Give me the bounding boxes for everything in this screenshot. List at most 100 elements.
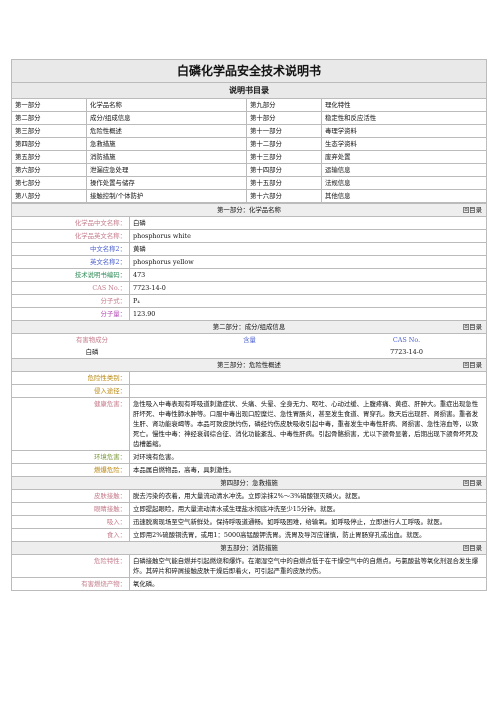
field-label: 化学品中文名称： — [11, 216, 130, 230]
field-label: 环境危害： — [11, 450, 130, 464]
part1-row: 技术说明书编码： 473 — [11, 268, 487, 282]
part1-row: 分子量： 123.90 — [11, 307, 487, 321]
detail-table: 第一部分：化学品名称 回目录 化学品中文名称： 白磷 化学品英文名称： phospho… — [11, 203, 487, 591]
toc-part-title-link[interactable]: 其他信息 — [320, 189, 488, 203]
toc-part-title-link[interactable]: 法规信息 — [320, 176, 488, 190]
part3-header: 第三部分：危险性概述 回目录 — [11, 358, 487, 372]
toc-part-number: 第七部分 — [11, 176, 87, 190]
field-value: 黄磷 — [129, 242, 487, 256]
toc-part-number: 第四部分 — [11, 137, 87, 151]
hazard-component-header: 有害物成分 — [76, 336, 108, 344]
field-value: phosphorus yellow — [129, 255, 487, 269]
field-value: 立即用2%硫酸铜洗胃，或用1：5000高锰酸钾洗胃。洗胃及导泻应谨慎，防止胃肠穿… — [129, 528, 487, 542]
field-value: 迅速脱离现场至空气新鲜处。保持呼吸道通畅。如呼吸困难，给输氧。如呼吸停止，立即进… — [129, 515, 487, 529]
field-label: 分子式： — [11, 294, 130, 308]
field-value: 7723-14-0 — [129, 281, 487, 295]
field-value: 立即提起眼睑，用大量流动清水或生理盐水彻底冲洗至少15分钟。就医。 — [129, 502, 487, 516]
toc-part-title-link[interactable]: 接触控制/个体防护 — [86, 189, 247, 203]
toc-part-number: 第十五部分 — [246, 176, 322, 190]
part3-title: 第三部分：危险性概述 — [217, 361, 281, 369]
part4-rows: 皮肤接触： 脱去污染的衣着，用大量流动清水冲洗。立即涂抹2%～3%硝酸银灭磷火。就… — [11, 489, 487, 542]
toc-part-number: 第十二部分 — [246, 137, 322, 151]
field-label: 眼睛接触： — [11, 502, 130, 516]
toc-part-title-link[interactable]: 泄漏应急处理 — [86, 163, 247, 177]
back-to-toc-link[interactable]: 回目录 — [463, 322, 482, 332]
field-label: 燃爆危险： — [11, 463, 130, 477]
part5-rows: 危险特性： 白磷接触空气能自燃并引起燃烧和爆炸。在潮湿空气中的自燃点低于在干燥空气… — [11, 554, 487, 591]
toc-part-title-link[interactable]: 消防措施 — [86, 150, 247, 164]
toc-row: 第五部分 消防措施 第十三部分 废弃处置 — [11, 150, 488, 164]
field-label: 侵入途径： — [11, 384, 130, 398]
field-label: 危险性类别： — [11, 371, 130, 385]
msds-table: 白磷化学品安全技术说明书 说明书目录 第一部分 化学品名称 第九部分 理化特性 第二部分… — [10, 59, 488, 203]
part4-row: 食入： 立即用2%硫酸铜洗胃，或用1：5000高锰酸钾洗胃。洗胃及导泻应谨慎，防止… — [11, 528, 487, 542]
toc-part-title-link[interactable]: 危险性概述 — [86, 124, 247, 138]
field-value: 白磷 — [129, 216, 487, 230]
field-value: 本品属自燃物品，高毒，具刺激性。 — [129, 463, 487, 477]
toc-part-number: 第十三部分 — [246, 150, 322, 164]
toc-part-title-link[interactable]: 运输信息 — [320, 163, 488, 177]
field-value: 氧化磷。 — [129, 577, 487, 591]
part4-header: 第四部分：急救措施 回目录 — [11, 476, 487, 490]
back-to-toc-link[interactable]: 回目录 — [463, 360, 482, 370]
toc-part-title-link[interactable]: 操作处置与储存 — [86, 176, 247, 190]
part1-row: CAS No.： 7723-14-0 — [11, 281, 487, 295]
back-to-toc-link[interactable]: 回目录 — [463, 543, 482, 553]
toc-part-title-link[interactable]: 化学品名称 — [86, 98, 247, 112]
part3-rows: 危险性类别： 侵入途径： 健康危害： 急性吸入中毒表现有呼吸道刺激症状、头痛、头晕、全… — [11, 371, 487, 477]
component-name: 白磷 — [85, 348, 99, 356]
toc-part-number: 第六部分 — [11, 163, 87, 177]
toc-row: 第七部分 操作处置与储存 第十五部分 法规信息 — [11, 176, 488, 190]
back-to-toc-link[interactable]: 回目录 — [463, 205, 482, 215]
toc-part-number: 第五部分 — [11, 150, 87, 164]
msds-sheet: 白磷化学品安全技术说明书 说明书目录 第一部分 化学品名称 第九部分 理化特性 第二部分… — [10, 59, 488, 591]
toc-part-title-link[interactable]: 急救措施 — [86, 137, 247, 151]
toc-part-number: 第二部分 — [11, 111, 87, 125]
toc-part-title-link[interactable]: 废弃处置 — [320, 150, 488, 164]
field-value: 脱去污染的衣着，用大量流动清水冲洗。立即涂抹2%～3%硝酸银灭磷火。就医。 — [129, 489, 487, 503]
part2-header: 第二部分：成分/组成信息 回目录 — [11, 320, 487, 334]
toc-row: 第三部分 危险性概述 第十一部分 毒理学资料 — [11, 124, 488, 138]
toc-part-number: 第十一部分 — [246, 124, 322, 138]
field-value: 急性吸入中毒表现有呼吸道刺激症状、头痛、头晕、全身无力、呕吐、心动过缓、上腹疼痛… — [129, 397, 487, 451]
composition-table: 有害物成分 含量 CAS No. 白磷 7723-14-0 — [12, 334, 486, 358]
toc-part-number: 第一部分 — [11, 98, 87, 112]
part3-row: 侵入途径： — [11, 384, 487, 398]
part4-row: 皮肤接触： 脱去污染的衣着，用大量流动清水冲洗。立即涂抹2%～3%硝酸银灭磷火。就… — [11, 489, 487, 503]
toc-part-title-link[interactable]: 理化特性 — [320, 98, 488, 112]
field-label: 食入： — [11, 528, 130, 542]
part5-row: 有害燃烧产物： 氧化磷。 — [11, 577, 487, 591]
field-label: 健康危害： — [11, 397, 130, 451]
part3-row: 危险性类别： — [11, 371, 487, 385]
field-label: 吸入： — [11, 515, 130, 529]
part1-row: 英文名称2： phosphorus yellow — [11, 255, 487, 269]
field-label: 皮肤接触： — [11, 489, 130, 503]
field-label: 中文名称2： — [11, 242, 130, 256]
field-label: 英文名称2： — [11, 255, 130, 269]
field-label: CAS No.： — [11, 281, 130, 295]
part5-header: 第五部分：消防措施 回目录 — [11, 541, 487, 555]
toc-part-title-link[interactable]: 成分/组成信息 — [86, 111, 247, 125]
field-value: 123.90 — [129, 307, 487, 321]
toc-row: 第一部分 化学品名称 第九部分 理化特性 — [11, 98, 488, 112]
toc-part-number: 第十六部分 — [246, 189, 322, 203]
cas-header: CAS No. — [392, 336, 421, 344]
content-header: 含量 — [243, 336, 256, 344]
part5-title: 第五部分：消防措施 — [220, 544, 278, 552]
toc-part-title-link[interactable]: 生态学资料 — [320, 137, 488, 151]
toc-row: 第六部分 泄漏应急处理 第十四部分 运输信息 — [11, 163, 488, 177]
part1-row: 分子式： P₄ — [11, 294, 487, 308]
toc-row: 第八部分 接触控制/个体防护 第十六部分 其他信息 — [11, 189, 488, 203]
field-value: 白磷接触空气能自燃并引起燃烧和爆炸。在潮湿空气中的自燃点低于在干燥空气中的自燃点… — [129, 554, 487, 578]
toc-part-title-link[interactable]: 毒理学资料 — [320, 124, 488, 138]
toc-part-number: 第八部分 — [11, 189, 87, 203]
back-to-toc-link[interactable]: 回目录 — [463, 478, 482, 488]
part1-row: 化学品英文名称： phosphorus white — [11, 229, 487, 243]
toc-part-number: 第十四部分 — [246, 163, 322, 177]
field-value: P₄ — [129, 294, 487, 308]
part1-header: 第一部分：化学品名称 回目录 — [11, 203, 487, 217]
toc-part-number: 第九部分 — [246, 98, 322, 112]
toc-part-title-link[interactable]: 稳定性和反应活性 — [320, 111, 488, 125]
field-label: 危险特性： — [11, 554, 130, 578]
toc-row: 第二部分 成分/组成信息 第十部分 稳定性和反应活性 — [11, 111, 488, 125]
